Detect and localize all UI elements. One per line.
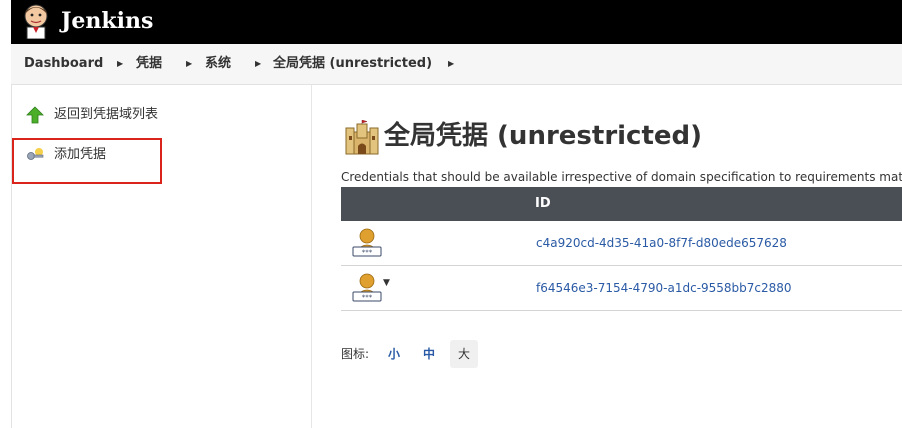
page-title: 全局凭据 (unrestricted) [384,121,703,151]
svg-text:***: *** [362,294,373,302]
breadcrumb-global-credentials[interactable]: 全局凭据 (unrestricted) [273,44,432,84]
breadcrumb-dashboard[interactable]: Dashboard [24,44,103,84]
svg-text:***: *** [362,249,373,257]
side-panel [11,85,312,428]
table-row: *** c4a920cd-4d35-41a0-8f7f-d80ede657628 [341,221,902,266]
dropdown-caret-icon[interactable]: ▼ [383,278,390,288]
breadcrumb-chevron-icon[interactable]: ▶ [448,44,454,84]
top-header: Jenkins [11,0,902,44]
icon-size-medium[interactable]: 中 [415,340,443,368]
breadcrumb-system[interactable]: 系统 [205,44,231,84]
icon-size-label: 图标: [341,347,370,361]
table-row: *** ▼ f64546e3-7154-4790-a1dc-9558bb7c28… [341,266,902,311]
breadcrumb-chevron-icon[interactable]: ▶ [186,44,192,84]
breadcrumb: Dashboard ▶ 凭据 ▶ 系统 ▶ 全局凭据 (unrestricted… [11,44,902,85]
page-description: Credentials that should be available irr… [341,170,902,184]
credentials-table-header: ID [341,187,902,221]
icon-size-large[interactable]: 大 [450,340,478,368]
breadcrumb-chevron-icon[interactable]: ▶ [117,44,123,84]
brand-title[interactable]: Jenkins [61,4,153,38]
credential-id-link[interactable]: c4a920cd-4d35-41a0-8f7f-d80ede657628 [536,221,787,265]
breadcrumb-credentials[interactable]: 凭据 [136,44,162,84]
icon-size-small[interactable]: 小 [380,340,408,368]
credential-id-link[interactable]: f64546e3-7154-4790-a1dc-9558bb7c2880 [536,266,792,310]
user-password-credential-icon: *** [352,273,382,302]
breadcrumb-chevron-icon[interactable]: ▶ [255,44,261,84]
user-password-credential-icon: *** [352,228,382,257]
highlight-box [12,138,162,184]
castle-icon [345,120,379,155]
jenkins-butler-icon[interactable] [22,3,50,39]
sidebar-item-label: 返回到凭据域列表 [54,107,159,122]
green-up-arrow-icon [26,106,44,124]
column-header-id[interactable]: ID [535,187,551,221]
